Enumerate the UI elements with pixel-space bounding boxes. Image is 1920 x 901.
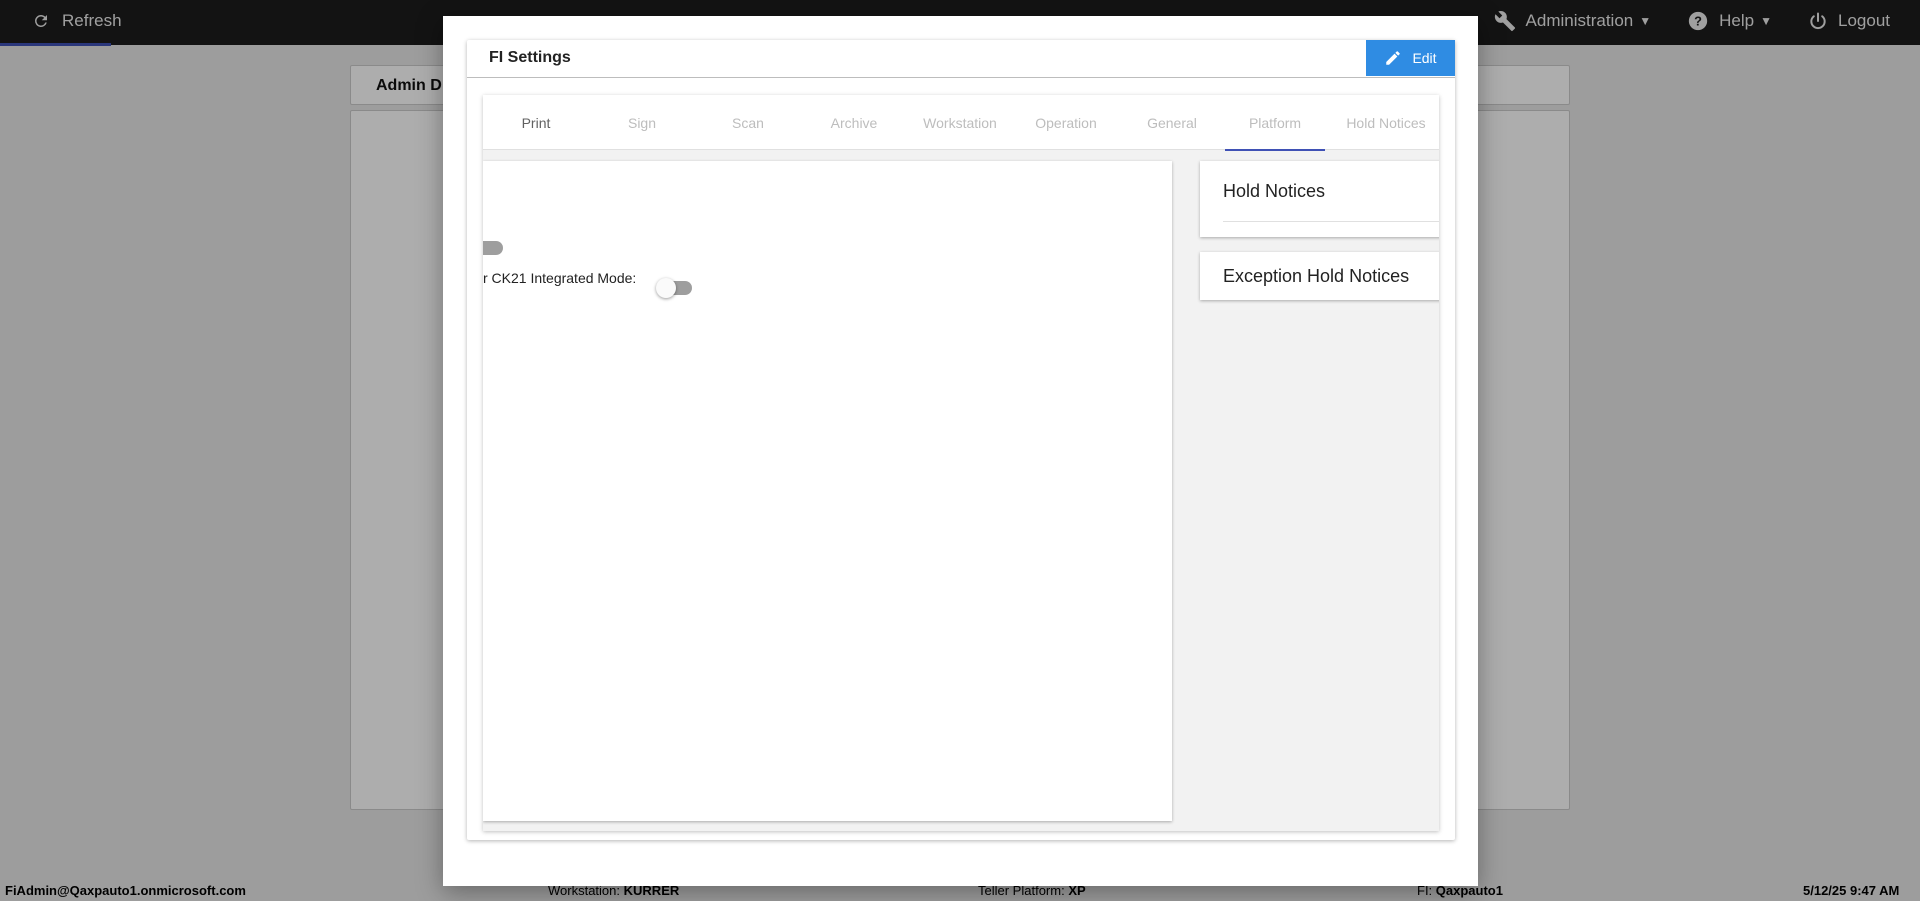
footer-user: FiAdmin@Qaxpauto1.onmicrosoft.com xyxy=(5,883,246,898)
exception-hold-notices-card[interactable]: Exception Hold Notices xyxy=(1200,252,1439,300)
settings-tabs: Print Sign Scan Archive Workstation Oper… xyxy=(483,95,1439,151)
fi-settings-dialog: FI Settings Edit Print Sign Scan Archive… xyxy=(443,16,1478,886)
settings-panel: Print Sign Scan Archive Workstation Oper… xyxy=(483,95,1439,831)
divider xyxy=(1223,221,1439,222)
tab-operation[interactable]: Operation xyxy=(1013,95,1119,150)
edit-label: Edit xyxy=(1412,50,1437,66)
ck21-integrated-mode-toggle[interactable] xyxy=(656,278,692,298)
tab-hold-notices[interactable]: Hold Notices xyxy=(1333,95,1439,150)
hold-notices-card[interactable]: Hold Notices xyxy=(1200,161,1439,237)
tab-print[interactable]: Print xyxy=(483,95,589,150)
tab-platform[interactable]: Platform xyxy=(1225,95,1325,151)
hold-notices-title: Hold Notices xyxy=(1223,181,1326,201)
tab-archive[interactable]: Archive xyxy=(801,95,907,150)
platform-setting-toggle[interactable] xyxy=(483,241,503,255)
tab-workstation[interactable]: Workstation xyxy=(907,95,1013,150)
divider xyxy=(467,77,1455,78)
tab-scan[interactable]: Scan xyxy=(695,95,801,150)
exception-hold-notices-title: Exception Hold Notices xyxy=(1223,266,1410,286)
footer-datetime: 5/12/25 9:47 AM xyxy=(1803,883,1900,898)
edit-button[interactable]: Edit xyxy=(1366,40,1455,76)
tab-sign[interactable]: Sign xyxy=(589,95,695,150)
pencil-icon xyxy=(1386,51,1401,65)
dialog-title: FI Settings xyxy=(489,49,571,66)
fi-settings-card: FI Settings Edit Print Sign Scan Archive… xyxy=(467,40,1455,840)
toggle-knob xyxy=(656,278,676,298)
ck21-integrated-mode-label: r CK21 Integrated Mode: xyxy=(483,270,637,286)
tab-general[interactable]: General xyxy=(1119,95,1225,150)
platform-settings-content: r CK21 Integrated Mode: xyxy=(483,161,1172,821)
